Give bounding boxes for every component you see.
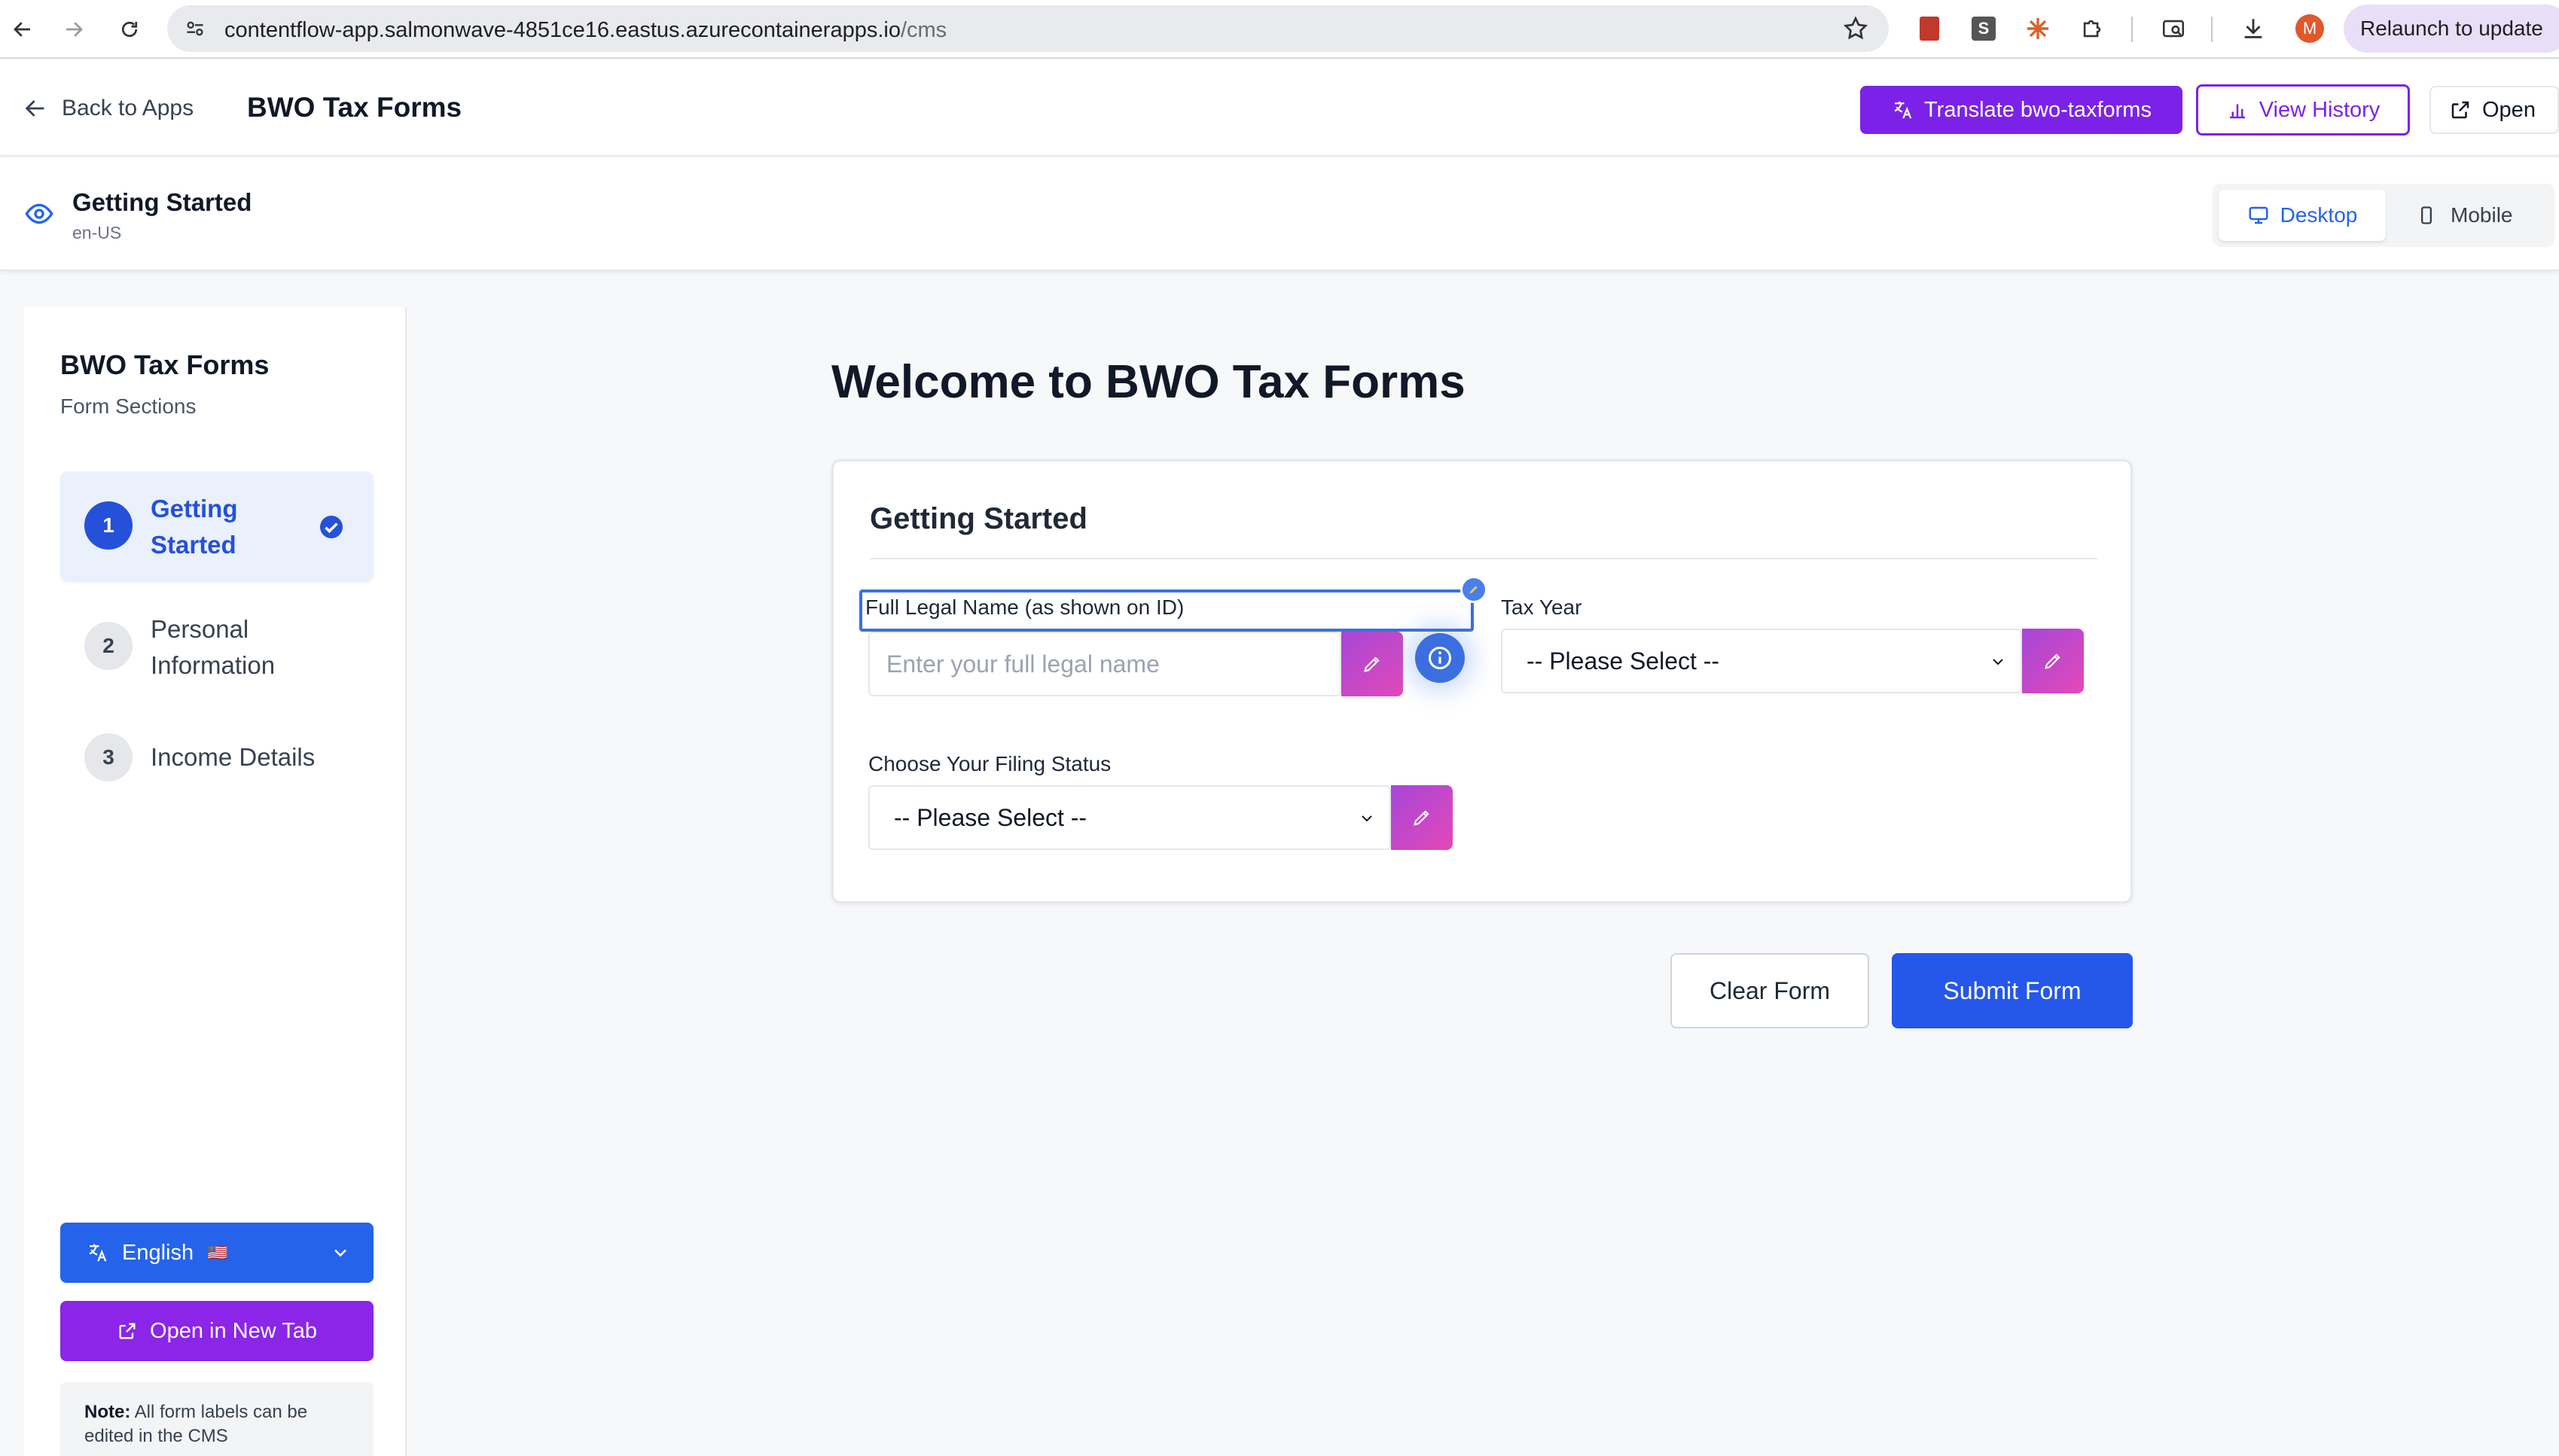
check-circle-icon (318, 513, 345, 541)
step-label: Personal Information (151, 615, 276, 679)
open-in-new-tab-button[interactable]: Open in New Tab (60, 1301, 374, 1361)
sidebar-step-personal-information[interactable]: 2 Personal Information (60, 592, 374, 702)
translate-button[interactable]: Translate bwo-taxforms (1860, 86, 2182, 134)
full-name-label: Full Legal Name (as shown on ID) (865, 595, 1185, 619)
relaunch-button[interactable]: Relaunch to update (2344, 5, 2559, 53)
reload-icon (121, 21, 138, 38)
filing-status-select[interactable]: -- Please Select -- (868, 785, 1391, 850)
url-host: contentflow-app.salmonwave-4851ce16.east… (224, 18, 901, 42)
desktop-view-button[interactable]: Desktop (2219, 190, 2386, 241)
desktop-label: Desktop (2280, 203, 2358, 227)
preview-locale: en-US (72, 223, 122, 242)
profile-avatar[interactable]: M (2295, 14, 2324, 43)
arrow-right-icon (66, 22, 83, 37)
app-header: Back to Apps BWO Tax Forms Translate bwo… (0, 60, 2559, 157)
arrow-left-icon (14, 22, 30, 37)
monitor-icon (2249, 206, 2268, 224)
device-toggle: Desktop Mobile (2213, 184, 2554, 247)
url-path: /cms (900, 18, 947, 42)
sidebar-step-income-details[interactable]: 3 Income Details (60, 703, 374, 813)
tax-year-label: Tax Year (1501, 595, 1582, 619)
chevron-down-icon (334, 1249, 346, 1257)
arrow-left-icon (25, 100, 44, 117)
app-title: BWO Tax Forms (247, 92, 462, 123)
external-link-icon (119, 1323, 136, 1339)
info-button[interactable] (1415, 633, 1465, 683)
edit-tax-year-button[interactable] (2022, 629, 2084, 693)
address-bar[interactable]: contentflow-app.salmonwave-4851ce16.east… (167, 5, 1889, 52)
mobile-label: Mobile (2451, 203, 2513, 227)
back-to-apps-link[interactable]: Back to Apps (23, 92, 194, 125)
cms-note: Note: All form labels can be edited in t… (60, 1382, 374, 1456)
site-settings-icon[interactable] (182, 16, 208, 41)
tax-year-select[interactable]: -- Please Select -- (1501, 629, 2022, 693)
open-button[interactable]: Open (2429, 86, 2559, 134)
view-history-button[interactable]: View History (2196, 84, 2410, 136)
toolbar-divider (2211, 17, 2213, 42)
open-label: Open (2482, 97, 2536, 122)
info-icon (1429, 647, 1451, 669)
view-history-label: View History (2259, 97, 2381, 122)
browser-toolbar: contentflow-app.salmonwave-4851ce16.east… (0, 0, 2559, 59)
tax-year-value: -- Please Select -- (1527, 647, 1720, 675)
translate-icon (1894, 101, 1912, 119)
bar-chart-icon (2229, 104, 2245, 119)
chevron-down-icon (1362, 815, 1372, 822)
browser-back-button[interactable] (6, 13, 39, 46)
note-heading: Note: (84, 1402, 131, 1422)
mobile-view-button[interactable]: Mobile (2416, 190, 2551, 241)
chevron-down-icon (1993, 659, 2003, 666)
step-label: Getting Started (151, 495, 238, 559)
browser-forward-button[interactable] (57, 13, 90, 46)
browser-reload-button[interactable] (113, 13, 146, 46)
full-name-input[interactable]: Enter your full legal name (868, 632, 1341, 696)
external-link-icon (2451, 101, 2469, 119)
step-number: 2 (84, 622, 133, 670)
pencil-icon (2045, 653, 2060, 669)
bookmark-star-icon[interactable] (1842, 15, 1869, 42)
open-in-new-tab-label: Open in New Tab (150, 1318, 317, 1343)
filing-status-value: -- Please Select -- (894, 803, 1087, 831)
card-divider (870, 558, 2097, 559)
form-sections-sidebar: BWO Tax Forms Form Sections 1 Getting St… (24, 307, 407, 1456)
getting-started-card: Getting Started Full Legal Name (as show… (831, 459, 2133, 903)
sidebar-title: BWO Tax Forms (60, 349, 270, 380)
extension-sparkle-icon[interactable] (2023, 14, 2053, 44)
tab-search-icon[interactable] (2158, 14, 2188, 44)
language-selector[interactable]: English 🇺🇸 (60, 1223, 374, 1283)
extension-s-icon[interactable]: S (1969, 14, 1999, 44)
translate-label: Translate bwo-taxforms (1924, 97, 2152, 122)
step-number: 3 (84, 733, 133, 781)
pencil-icon (1414, 810, 1429, 826)
extensions-puzzle-icon[interactable] (2077, 14, 2107, 44)
language-label: English (122, 1240, 194, 1265)
url-text: contentflow-app.salmonwave-4851ce16.east… (224, 18, 947, 43)
card-title: Getting Started (870, 502, 1087, 535)
page-title: Welcome to BWO Tax Forms (831, 356, 1466, 408)
preview-page-title: Getting Started (72, 188, 252, 216)
translate-icon (89, 1244, 107, 1262)
back-to-apps-label: Back to Apps (62, 96, 194, 120)
us-flag-icon: 🇺🇸 (207, 1243, 228, 1262)
submit-form-button[interactable]: Submit Form (1892, 953, 2133, 1028)
preview-header: Getting Started en-US Desktop Mobile (0, 158, 2559, 271)
sidebar-subtitle: Form Sections (60, 394, 197, 418)
clear-form-button[interactable]: Clear Form (1670, 953, 1869, 1028)
toolbar-divider (2131, 17, 2133, 42)
sidebar-step-getting-started[interactable]: 1 Getting Started (60, 471, 374, 581)
eye-icon (24, 199, 54, 229)
step-label: Income Details (151, 743, 316, 771)
pencil-badge-icon[interactable] (1460, 576, 1487, 603)
edit-filing-status-button[interactable] (1391, 785, 1453, 850)
step-number: 1 (84, 501, 133, 550)
filing-status-label: Choose Your Filing Status (868, 752, 1112, 775)
smartphone-icon (2421, 206, 2432, 224)
extension-red-book-icon[interactable] (1914, 14, 1944, 44)
pencil-icon (1364, 656, 1380, 672)
download-icon[interactable] (2238, 14, 2268, 44)
edit-full-name-button[interactable] (1341, 632, 1403, 696)
